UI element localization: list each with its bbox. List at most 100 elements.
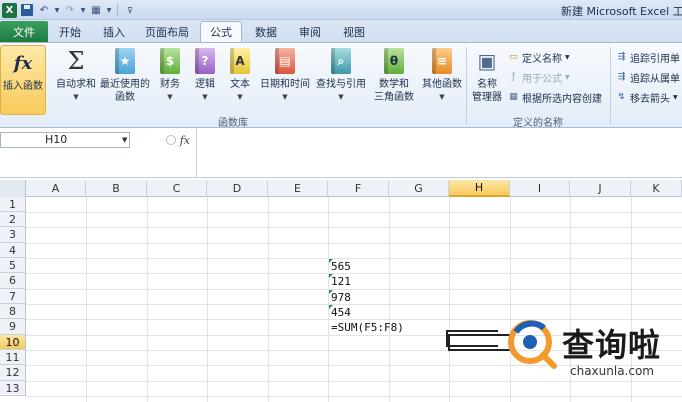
recent-functions-button[interactable]: ★ 最近使用的 函数 bbox=[99, 46, 151, 104]
chevron-down-icon: ▼ bbox=[73, 93, 79, 101]
column-header-b[interactable]: B bbox=[86, 180, 147, 197]
row-header-10[interactable]: 10 bbox=[0, 335, 26, 350]
use-in-formula-button[interactable]: ƒ 用于公式 ▼ bbox=[508, 69, 570, 85]
row-header-6[interactable]: 6 bbox=[0, 273, 26, 289]
cell-f9[interactable]: =SUM(F5:F8) bbox=[331, 320, 404, 335]
row-header-13[interactable]: 13 bbox=[0, 381, 26, 396]
quick-access-toolbar: X ↶ ▼ ↷ ▼ ▦ ▼ ⊽ bbox=[2, 2, 137, 18]
formula-input[interactable] bbox=[196, 128, 682, 178]
select-all-corner[interactable] bbox=[0, 180, 26, 197]
redo-dropdown-icon[interactable]: ▼ bbox=[80, 3, 86, 17]
formula-bar-buttons: fx bbox=[134, 132, 194, 148]
row-header-12[interactable]: 12 bbox=[0, 365, 26, 381]
tab-data[interactable]: 数据 bbox=[246, 21, 286, 42]
row-header-2[interactable]: 2 bbox=[0, 212, 26, 227]
qat-separator bbox=[117, 4, 118, 16]
undo-dropdown-icon[interactable]: ▼ bbox=[54, 3, 60, 17]
theta-book-icon: θ bbox=[380, 46, 408, 76]
cell-f8[interactable]: 454 bbox=[331, 305, 351, 320]
formula-expand-icon[interactable] bbox=[165, 135, 176, 145]
column-header-i[interactable]: I bbox=[510, 180, 570, 197]
name-manager-label-2: 管理器 bbox=[472, 92, 502, 103]
insert-function-button[interactable]: fx 插入函数 bbox=[0, 45, 46, 115]
defined-names-group-label: 定义的名称 bbox=[513, 118, 563, 129]
row-header-5[interactable]: 5 bbox=[0, 258, 26, 273]
gridline bbox=[26, 273, 682, 274]
column-header-c[interactable]: C bbox=[147, 180, 207, 197]
logical-button[interactable]: ? 逻辑 ▼ bbox=[190, 46, 220, 104]
cell-f5[interactable]: 565 bbox=[331, 259, 351, 274]
row-header-7[interactable]: 7 bbox=[0, 289, 26, 304]
text-functions-button[interactable]: A 文本 ▼ bbox=[225, 46, 255, 104]
tab-page-layout[interactable]: 页面布局 bbox=[138, 21, 196, 42]
more-functions-button[interactable]: ≡ 其他函数 ▼ bbox=[420, 46, 464, 104]
column-header-k[interactable]: K bbox=[631, 180, 682, 197]
autosum-label: 自动求和 bbox=[56, 79, 96, 90]
financial-book-icon: $ bbox=[156, 46, 184, 76]
column-header-j[interactable]: J bbox=[570, 180, 631, 197]
name-box-dropdown-icon[interactable]: ▼ bbox=[122, 136, 127, 144]
row-header-1[interactable]: 1 bbox=[0, 197, 26, 212]
tab-formulas[interactable]: 公式 bbox=[200, 21, 242, 42]
column-header-h[interactable]: H bbox=[449, 180, 510, 197]
gridline bbox=[26, 396, 682, 397]
financial-label: 财务 bbox=[160, 79, 180, 90]
remove-arrows-label: 移去箭头 bbox=[630, 93, 670, 105]
cell-f7[interactable]: 978 bbox=[331, 290, 351, 305]
gridline bbox=[26, 381, 682, 382]
redo-icon[interactable]: ↷ bbox=[63, 3, 77, 17]
magnifier-logo-icon bbox=[508, 320, 557, 369]
customize-qat-icon[interactable]: ⊽ bbox=[123, 3, 137, 17]
remove-arrows-button[interactable]: ↯ 移去箭头 ▼ bbox=[616, 89, 678, 105]
watermark-bracket bbox=[446, 330, 498, 347]
tab-insert[interactable]: 插入 bbox=[93, 21, 135, 42]
ribbon-tabs: 文件 开始 插入 页面布局 公式 数据 审阅 视图 bbox=[0, 20, 682, 42]
row-header-8[interactable]: 8 bbox=[0, 304, 26, 319]
column-header-a[interactable]: A bbox=[26, 180, 86, 197]
chevron-down-icon: ▼ bbox=[237, 93, 243, 101]
column-header-g[interactable]: G bbox=[389, 180, 449, 197]
column-header-d[interactable]: D bbox=[207, 180, 268, 197]
insert-function-small-icon[interactable]: fx bbox=[180, 134, 190, 147]
insert-function-label: 插入函数 bbox=[3, 81, 43, 92]
recent-functions-label-2: 函数 bbox=[115, 92, 135, 103]
row-header-9[interactable]: 9 bbox=[0, 319, 26, 335]
column-header-e[interactable]: E bbox=[268, 180, 328, 197]
create-from-selection-label: 根据所选内容创建 bbox=[522, 93, 602, 105]
trace-precedents-button[interactable]: ⇶ 追踪引用单 bbox=[616, 49, 680, 65]
name-manager-button[interactable]: ▣ 名称 管理器 bbox=[470, 46, 504, 104]
gridline bbox=[26, 304, 682, 305]
lookup-reference-button[interactable]: ⌕ 查找与引用 ▼ bbox=[314, 46, 368, 104]
define-name-button[interactable]: ▭ 定义名称 ▼ bbox=[508, 49, 569, 65]
financial-button[interactable]: $ 财务 ▼ bbox=[155, 46, 185, 104]
row-header-11[interactable]: 11 bbox=[0, 350, 26, 365]
column-header-f[interactable]: F bbox=[328, 180, 389, 197]
autosum-button[interactable]: Σ 自动求和 ▼ bbox=[54, 46, 98, 104]
chevron-down-icon: ▼ bbox=[565, 73, 570, 81]
excel-logo-icon[interactable]: X bbox=[2, 2, 17, 18]
formula-icon: ƒ bbox=[511, 72, 516, 82]
tab-review[interactable]: 审阅 bbox=[290, 21, 330, 42]
math-trig-button[interactable]: θ 数学和 三角函数 bbox=[370, 46, 418, 104]
table-icon[interactable]: ▦ bbox=[89, 3, 103, 17]
magnifier-book-icon: ⌕ bbox=[327, 46, 355, 76]
create-from-selection-button[interactable]: ▦ 根据所选内容创建 bbox=[508, 89, 602, 105]
text-functions-label: 文本 bbox=[230, 79, 250, 90]
trace-arrow-icon: ⇶ bbox=[617, 72, 626, 82]
tab-home[interactable]: 开始 bbox=[50, 21, 90, 42]
trace-dependents-button[interactable]: ⇶ 追踪从属单 bbox=[616, 69, 680, 85]
undo-icon[interactable]: ↶ bbox=[37, 3, 51, 17]
trace-dependents-label: 追踪从属单 bbox=[630, 73, 680, 85]
gridline bbox=[26, 289, 682, 290]
row-header-4[interactable]: 4 bbox=[0, 243, 26, 258]
tab-file[interactable]: 文件 bbox=[0, 21, 48, 42]
table-dropdown-icon[interactable]: ▼ bbox=[106, 3, 112, 17]
tab-view[interactable]: 视图 bbox=[334, 21, 374, 42]
function-library-group-label: 函数库 bbox=[218, 118, 248, 129]
gridline bbox=[26, 212, 682, 213]
row-header-3[interactable]: 3 bbox=[0, 227, 26, 243]
datetime-button[interactable]: ▤ 日期和时间 ▼ bbox=[258, 46, 312, 104]
cell-f6[interactable]: 121 bbox=[331, 274, 351, 289]
name-box[interactable]: H10 bbox=[0, 132, 130, 148]
save-icon[interactable] bbox=[20, 3, 34, 17]
